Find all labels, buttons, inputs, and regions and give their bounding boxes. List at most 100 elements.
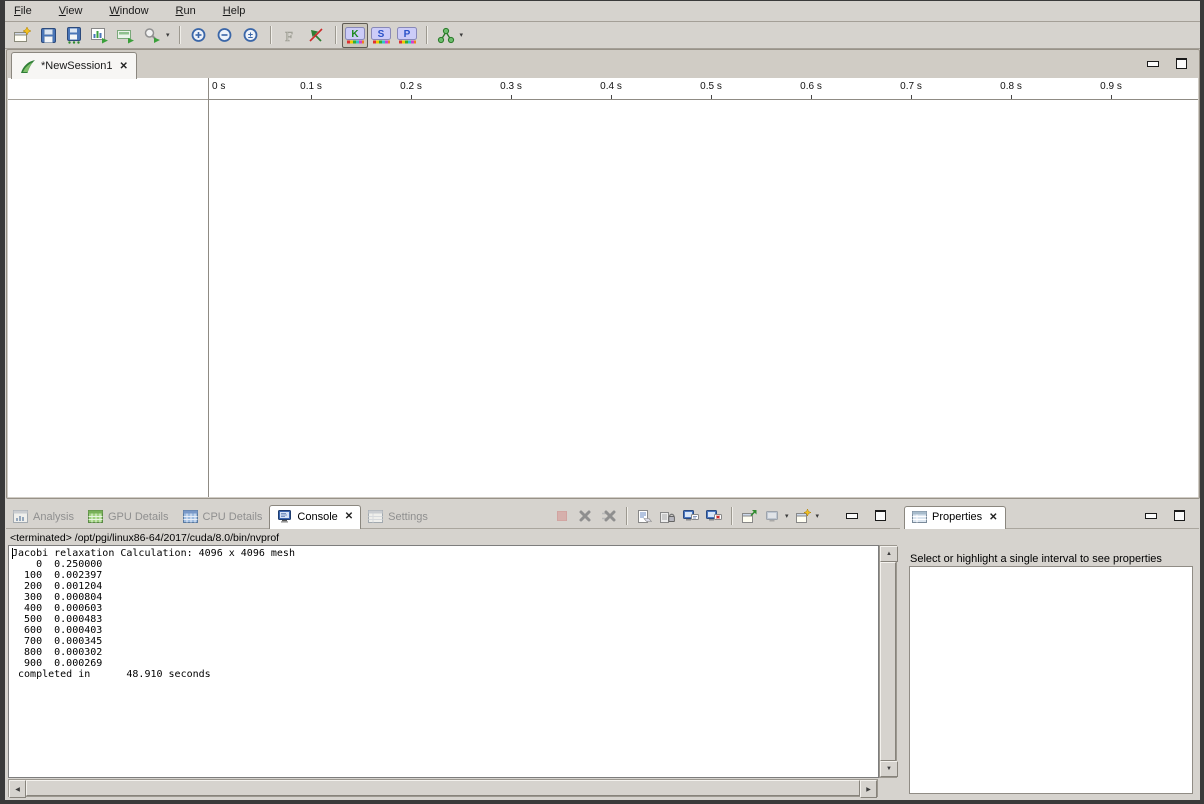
show-stderr-icon <box>705 509 722 524</box>
close-icon[interactable]: ✕ <box>989 512 997 523</box>
process-colors-button[interactable]: P <box>394 23 420 48</box>
kernel-colors-button[interactable]: K <box>342 23 368 48</box>
console-line: 0 0.250000 <box>12 559 878 570</box>
properties-message: Select or highlight a single interval to… <box>910 553 1162 565</box>
clear-console-button[interactable] <box>633 505 656 528</box>
zoom-out-button[interactable] <box>212 23 238 48</box>
minimize-icon <box>1145 513 1157 519</box>
minimize-icon <box>1147 61 1159 67</box>
display-console-button[interactable] <box>761 505 784 528</box>
console-window-buttons <box>846 510 886 521</box>
stream-colors-button[interactable]: S <box>368 23 394 48</box>
properties-panel: Properties ✕ Select or highlight a singl… <box>904 502 1199 798</box>
console-process-label: <terminated> /opt/pgi/linux86-64/2017/cu… <box>10 532 279 544</box>
properties-content-box <box>909 566 1193 794</box>
display-console-icon <box>764 509 780 524</box>
save-all-button[interactable] <box>61 23 87 48</box>
tab-properties[interactable]: Properties ✕ <box>904 506 1006 529</box>
display-console-dropdown-icon[interactable]: ▾ <box>785 512 789 520</box>
console-icon <box>277 510 292 523</box>
open-console-dropdown-icon[interactable]: ▾ <box>815 512 819 520</box>
menu-view[interactable]: View <box>59 5 83 17</box>
scroll-lock-button[interactable] <box>656 505 679 528</box>
maximize-button[interactable] <box>1176 58 1187 69</box>
maximize-button[interactable] <box>875 510 886 521</box>
mark-f-button[interactable]: F <box>277 23 303 48</box>
settings-icon <box>368 510 383 523</box>
ruler-label: 0.8 s <box>1000 81 1022 92</box>
ruler-label: 0.2 s <box>400 81 422 92</box>
console-line: 100 0.002397 <box>12 570 878 581</box>
menu-file[interactable]: File <box>14 5 32 17</box>
show-stderr-button[interactable] <box>702 505 725 528</box>
ruler-label: 0.6 s <box>800 81 822 92</box>
remove-all-terminated-button[interactable] <box>597 505 620 528</box>
terminate-button[interactable] <box>551 505 574 528</box>
close-icon[interactable]: ✕ <box>345 511 353 522</box>
show-stdout-button[interactable] <box>679 505 702 528</box>
save-all-icon <box>66 27 83 44</box>
generate-timeline-icon <box>117 27 135 44</box>
scroll-right-button[interactable]: ▶ <box>860 780 877 798</box>
scroll-left-button[interactable]: ◀ <box>9 780 26 798</box>
svg-text:P: P <box>403 29 410 40</box>
zoom-in-button[interactable] <box>186 23 212 48</box>
console-horizontal-scrollbar[interactable]: ◀ ▶ <box>8 779 878 797</box>
tab-label: GPU Details <box>108 511 169 523</box>
tab-analysis[interactable]: Analysis <box>6 506 81 528</box>
toolbar-separator <box>626 507 627 525</box>
minimize-button[interactable] <box>1145 513 1157 519</box>
menu-run[interactable]: Run <box>176 5 196 17</box>
editor-window-buttons <box>1147 58 1187 69</box>
session-tab[interactable]: *NewSession1 ✕ <box>11 52 137 79</box>
console-line: completed in 48.910 seconds <box>12 669 878 680</box>
ruler-tick <box>311 95 312 99</box>
console-vertical-scrollbar[interactable]: ▲ ▼ <box>879 545 897 778</box>
scrollbar-thumb[interactable] <box>26 780 860 796</box>
scroll-up-button[interactable]: ▲ <box>880 546 898 562</box>
pin-console-button[interactable] <box>738 505 761 528</box>
minimize-button[interactable] <box>1147 61 1159 67</box>
topology-button[interactable] <box>433 23 459 48</box>
session-icon <box>20 59 36 74</box>
menu-window[interactable]: Window <box>109 5 148 17</box>
topology-dropdown-icon[interactable]: ▾ <box>460 31 464 39</box>
timeline-names-column[interactable] <box>8 78 208 497</box>
console-line: 800 0.000302 <box>12 647 878 658</box>
scrollbar-thumb[interactable] <box>880 562 896 761</box>
console-text-area[interactable]: Jacobi relaxation Calculation: 4096 x 40… <box>8 545 879 778</box>
examine-run-dropdown-icon[interactable]: ▾ <box>166 31 170 39</box>
open-console-button[interactable] <box>791 505 814 528</box>
tab-gpu-details[interactable]: GPU Details <box>81 506 176 528</box>
maximize-button[interactable] <box>1174 510 1185 521</box>
profile-application-button[interactable] <box>87 23 113 48</box>
svg-text:S: S <box>377 29 384 40</box>
timeline-canvas[interactable] <box>209 100 1198 497</box>
tab-cpu-details[interactable]: CPU Details <box>176 506 270 528</box>
menu-help[interactable]: Help <box>223 5 246 17</box>
main-toolbar: ▾ ± F K S P ▾ <box>5 22 1200 49</box>
tab-label: Properties <box>932 511 982 523</box>
close-icon[interactable]: ✕ <box>120 61 128 72</box>
mark-k-button[interactable] <box>303 23 329 48</box>
kernel-colors-icon: K <box>345 27 365 44</box>
console-line: 900 0.000269 <box>12 658 878 669</box>
minimize-icon <box>846 513 858 519</box>
scroll-down-button[interactable]: ▼ <box>880 761 898 777</box>
zoom-fit-button[interactable]: ± <box>238 23 264 48</box>
ruler-label: 0.9 s <box>1100 81 1122 92</box>
new-session-button[interactable] <box>9 23 35 48</box>
remove-launch-button[interactable] <box>574 505 597 528</box>
examine-run-button[interactable] <box>139 23 165 48</box>
tab-console[interactable]: Console ✕ <box>269 505 361 529</box>
minimize-button[interactable] <box>846 513 858 519</box>
tab-settings[interactable]: Settings <box>361 506 435 528</box>
timeline-ruler[interactable]: 0 s0.1 s0.2 s0.3 s0.4 s0.5 s0.6 s0.7 s0.… <box>209 78 1198 100</box>
console-line: 200 0.001204 <box>12 581 878 592</box>
generate-timeline-button[interactable] <box>113 23 139 48</box>
scroll-lock-icon <box>659 509 675 524</box>
save-button[interactable] <box>35 23 61 48</box>
console-line: 500 0.000483 <box>12 614 878 625</box>
ruler-tick <box>1011 95 1012 99</box>
ruler-tick <box>711 95 712 99</box>
